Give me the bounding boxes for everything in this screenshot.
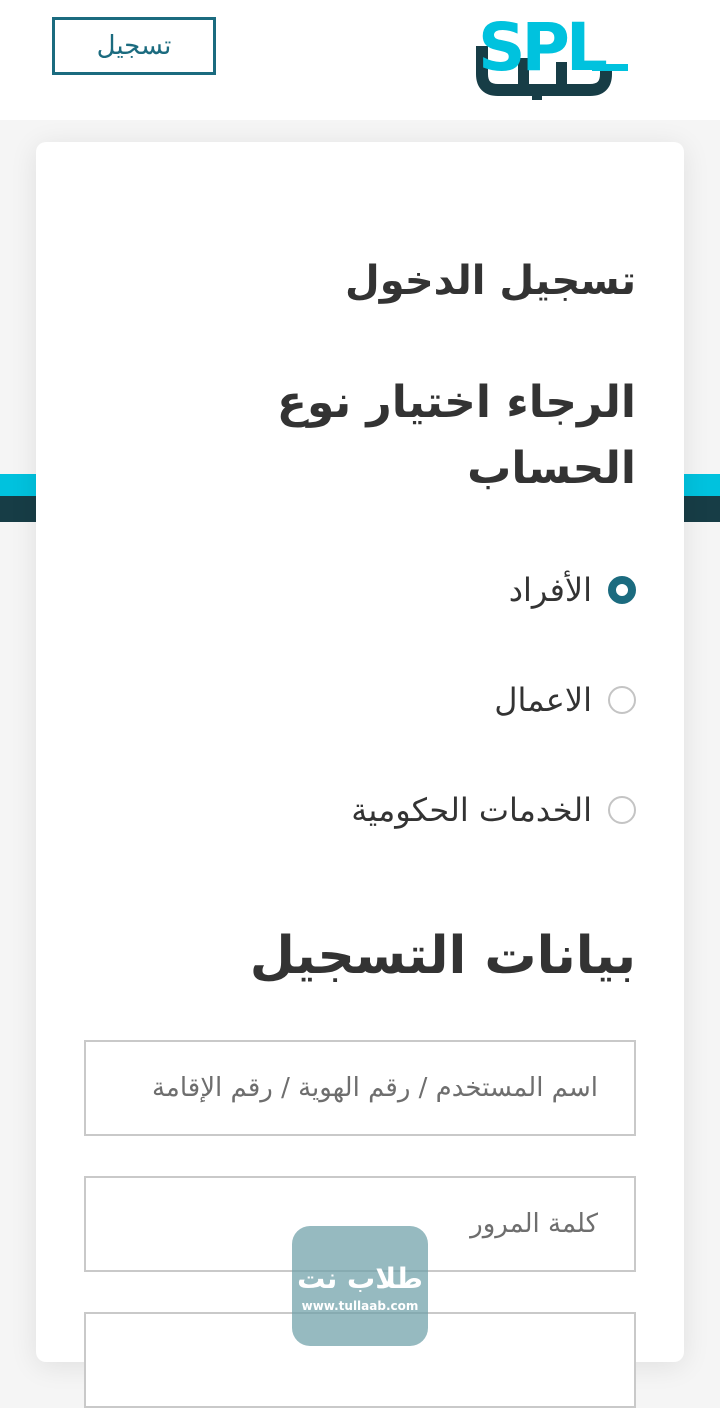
account-type-individuals[interactable]: الأفراد [509,570,636,610]
radio-label: الاعمال [494,681,592,719]
username-input[interactable] [86,1042,634,1134]
register-button[interactable]: تسجيل [52,17,216,75]
account-type-business[interactable]: الاعمال [494,680,636,720]
account-type-title: الرجاء اختيار نوع الحساب [276,377,636,494]
header: تسجيل SPL [0,0,720,120]
radio-selected-icon[interactable] [608,576,636,604]
svg-text:SPL: SPL [478,9,607,86]
brand-stripe-left-cyan [0,474,36,496]
watermark-text: طلاب نت [297,1262,423,1295]
username-field[interactable] [84,1040,636,1136]
registration-data-title: بيانات التسجيل [249,926,636,986]
radio-label: الخدمات الحكومية [351,791,592,829]
brand-stripe-right-cyan [684,474,720,496]
login-title: تسجيل الدخول [345,258,636,304]
radio-unselected-icon[interactable] [608,796,636,824]
account-type-government[interactable]: الخدمات الحكومية [351,790,636,830]
spl-logo[interactable]: SPL [472,8,632,100]
brand-stripe-right-dark [684,496,720,522]
radio-unselected-icon[interactable] [608,686,636,714]
radio-label: الأفراد [508,571,592,609]
brand-stripe-left-dark [0,496,36,522]
login-card: تسجيل الدخول الرجاء اختيار نوع الحساب ال… [36,142,684,1408]
watermark: طلاب نت www.tullaab.com [292,1226,428,1346]
watermark-url: www.tullaab.com [301,1299,419,1313]
